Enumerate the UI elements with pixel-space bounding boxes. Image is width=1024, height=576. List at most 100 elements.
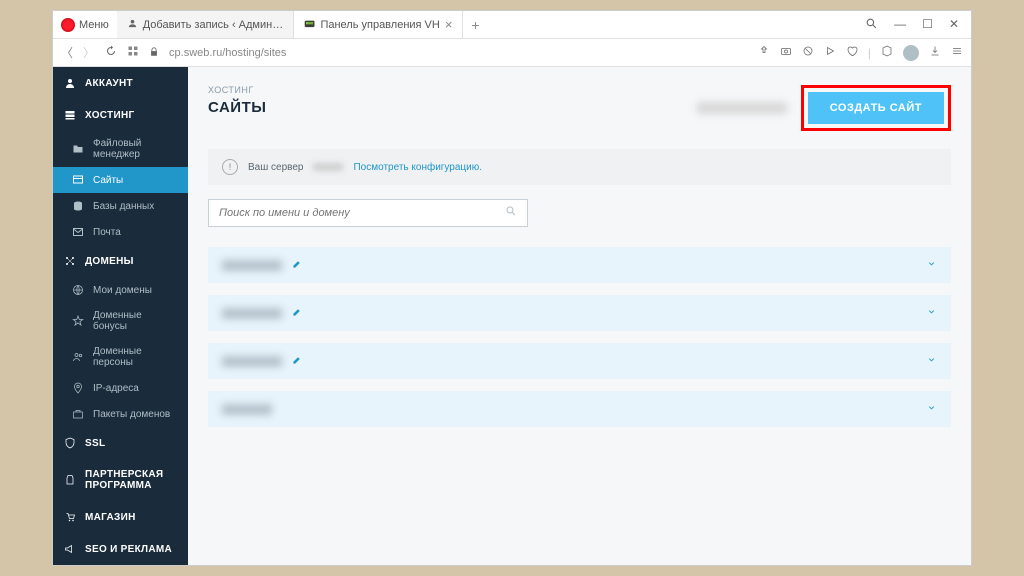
browser-window: Меню Добавить запись ‹ Админ… 📟 Панель у… (52, 10, 972, 566)
sidebar-file-manager-label: Файловый менеджер (93, 138, 178, 160)
cube-icon[interactable] (881, 45, 893, 60)
sites-icon (71, 174, 85, 186)
maximize-icon[interactable]: ☐ (922, 17, 933, 33)
site-row[interactable] (208, 295, 951, 331)
person-icon (127, 18, 138, 32)
sidebar-shop[interactable]: МАГАЗИН (53, 501, 188, 533)
tab-admin-label: Добавить запись ‹ Админ… (143, 19, 283, 31)
window-controls: — ☐ ✕ (853, 17, 971, 33)
sidebar-ssl[interactable]: SSL (53, 427, 188, 459)
sidebar-item-mail[interactable]: Почта (53, 219, 188, 245)
lock-icon (149, 46, 159, 60)
window-close-icon[interactable]: ✕ (949, 17, 959, 33)
breadcrumb: ХОСТИНГ (208, 85, 266, 95)
play-icon[interactable] (824, 45, 836, 60)
account-icon (63, 77, 77, 89)
new-tab-button[interactable]: + (463, 17, 487, 33)
megaphone-icon (63, 543, 77, 555)
search-icon[interactable] (505, 204, 517, 222)
page-title: САЙТЫ (208, 99, 266, 116)
bag-icon (63, 474, 77, 486)
vh-icon: 📟 (304, 19, 315, 30)
redacted-site-name (222, 404, 272, 415)
view-config-link[interactable]: Посмотреть конфигурацию. (353, 162, 482, 173)
sidebar-item-domain-bonuses[interactable]: Доменные бонусы (53, 303, 188, 339)
globe-icon (71, 284, 85, 296)
avatar-icon[interactable] (903, 45, 919, 61)
share-icon[interactable] (758, 45, 770, 60)
site-row[interactable] (208, 343, 951, 379)
opera-logo-icon (61, 18, 75, 32)
site-row[interactable] (208, 391, 951, 427)
block-icon[interactable] (802, 45, 814, 60)
apps-icon[interactable] (127, 45, 139, 60)
back-icon[interactable]: 〈 (61, 44, 73, 61)
opera-menu-button[interactable]: Меню (53, 18, 117, 32)
hosting-icon (63, 109, 77, 121)
site-row[interactable] (208, 247, 951, 283)
persons-icon (71, 351, 85, 363)
minimize-icon[interactable]: — (894, 17, 906, 33)
sidebar-domains[interactable]: ДОМЕНЫ (53, 245, 188, 277)
mail-icon (71, 226, 85, 238)
chevron-down-icon[interactable] (926, 352, 937, 370)
redacted-site-name (222, 356, 282, 367)
edit-icon[interactable] (292, 352, 303, 370)
search-box[interactable] (208, 199, 528, 227)
sidebar-sites-label: Сайты (93, 175, 123, 186)
star-icon (71, 315, 85, 327)
cart-icon (63, 511, 77, 523)
create-site-button[interactable]: СОЗДАТЬ САЙТ (808, 92, 944, 124)
tab-panel-label: Панель управления VH (320, 19, 439, 31)
sidebar-ssl-label: SSL (85, 438, 105, 449)
sidebar-shop-label: МАГАЗИН (85, 512, 136, 523)
sidebar-item-domain-packages[interactable]: Пакеты доменов (53, 401, 188, 427)
chevron-down-icon[interactable] (926, 256, 937, 274)
reload-icon[interactable] (105, 45, 117, 60)
sidebar-account[interactable]: АККАУНТ (53, 67, 188, 99)
sidebar-packages-label: Пакеты доменов (93, 409, 170, 420)
chevron-down-icon[interactable] (926, 400, 937, 418)
camera-icon[interactable] (780, 45, 792, 60)
forward-icon[interactable]: 〉 (83, 44, 95, 61)
sidebar-item-my-domains[interactable]: Мои домены (53, 277, 188, 303)
main-area: АККАУНТ ХОСТИНГ Файловый менеджер Сайты … (53, 67, 971, 565)
title-bar: Меню Добавить запись ‹ Админ… 📟 Панель у… (53, 11, 971, 39)
menu-icon[interactable] (951, 45, 963, 60)
folder-icon (71, 143, 85, 155)
tab-admin[interactable]: Добавить запись ‹ Админ… (117, 11, 294, 38)
briefcase-icon (71, 408, 85, 420)
sidebar-ip-label: IP-адреса (93, 383, 139, 394)
url-text[interactable]: cp.sweb.ru/hosting/sites (169, 47, 286, 59)
sidebar-item-file-manager[interactable]: Файловый менеджер (53, 131, 188, 167)
edit-icon[interactable] (292, 256, 303, 274)
redacted-site-name (222, 308, 282, 319)
domains-icon (63, 255, 77, 267)
heart-icon[interactable] (846, 45, 858, 60)
server-info-bar: ! Ваш сервер Посмотреть конфигурацию. (208, 149, 951, 185)
sidebar-domains-label: ДОМЕНЫ (85, 256, 134, 267)
search-input[interactable] (219, 207, 505, 219)
sidebar-hosting[interactable]: ХОСТИНГ (53, 99, 188, 131)
chevron-down-icon[interactable] (926, 304, 937, 322)
sidebar-item-ip-addresses[interactable]: IP-адреса (53, 375, 188, 401)
url-bar: 〈 〉 cp.sweb.ru/hosting/sites (53, 39, 971, 67)
content-header: ХОСТИНГ САЙТЫ СОЗДАТЬ САЙТ (208, 85, 951, 131)
tab-panel-vh[interactable]: 📟 Панель управления VH × (294, 11, 463, 38)
close-icon[interactable]: × (445, 17, 453, 32)
sidebar-item-domain-persons[interactable]: Доменные персоны (53, 339, 188, 375)
sidebar-seo-label: SEO И РЕКЛАМА (85, 544, 172, 555)
download-icon[interactable] (929, 45, 941, 60)
sidebar-hosting-label: ХОСТИНГ (85, 110, 134, 121)
search-icon[interactable] (865, 17, 878, 33)
redacted-header-info (697, 102, 787, 114)
sidebar-partner[interactable]: ПАРТНЕРСКАЯ ПРОГРАММА (53, 459, 188, 501)
sidebar-item-databases[interactable]: Базы данных (53, 193, 188, 219)
create-site-highlight: СОЗДАТЬ САЙТ (801, 85, 951, 131)
sidebar: АККАУНТ ХОСТИНГ Файловый менеджер Сайты … (53, 67, 188, 565)
database-icon (71, 200, 85, 212)
sidebar-item-sites[interactable]: Сайты (53, 167, 188, 193)
sidebar-seo[interactable]: SEO И РЕКЛАМА (53, 533, 188, 565)
opera-menu-label: Меню (79, 19, 109, 31)
edit-icon[interactable] (292, 304, 303, 322)
